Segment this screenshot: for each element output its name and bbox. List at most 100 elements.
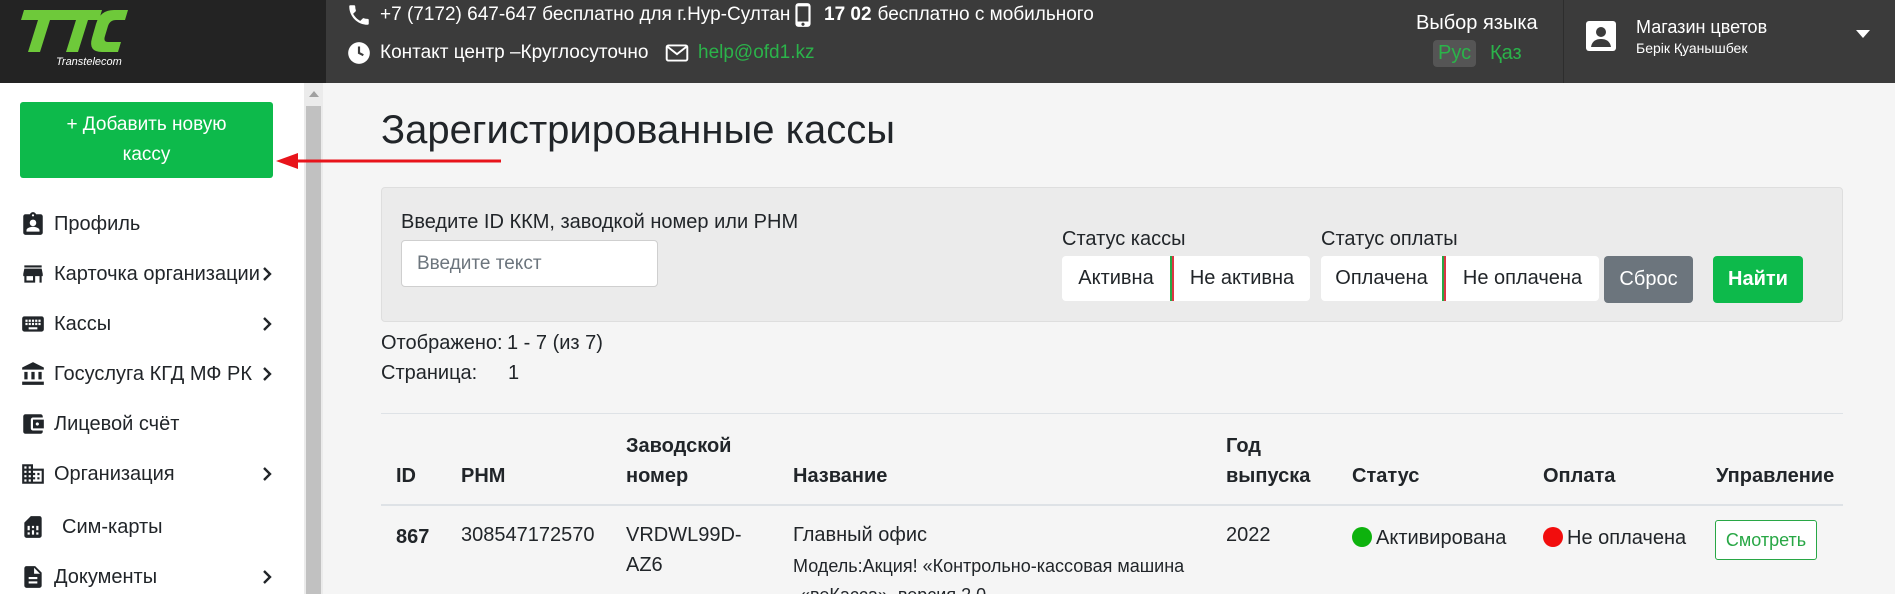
shown-value: 1 - 7 (из 7) (507, 332, 603, 354)
mobile-text: бесплатно с мобильного (877, 4, 1094, 25)
cell-year: 2022 (1226, 524, 1271, 546)
cell-model: Модель:Акция! «Контрольно-кассовая машин… (793, 556, 1185, 576)
page-title: Зарегистрированные кассы (381, 108, 895, 152)
find-button[interactable]: Найти (1713, 256, 1803, 303)
sidebar-item-label: Лицевой счёт (54, 412, 180, 435)
payment-unpaid-dot-icon (1543, 527, 1563, 547)
phone-text: +7 (7172) 647-647 бесплатно для г.Нур-Су… (380, 4, 791, 25)
annotation-arrow-icon (276, 153, 501, 169)
user-subtitle[interactable]: Берік Қуанышбек (1636, 40, 1747, 56)
status-inactive-button[interactable]: Не активна (1174, 256, 1310, 301)
sidebar-item-label: Карточка организации (54, 262, 260, 285)
payment-unpaid-button[interactable]: Не оплачена (1446, 256, 1599, 301)
column-header-id: ID (396, 465, 416, 487)
language-ru[interactable]: Рус (1433, 40, 1477, 67)
document-icon (24, 566, 42, 588)
chevron-right-icon (263, 267, 272, 281)
mobile-contact[interactable]: 17 02 бесплатно с мобильного (790, 2, 1094, 28)
sidebar-item-label: Кассы (54, 312, 112, 335)
sidebar-item-organization-card[interactable]: Карточка организации (20, 259, 282, 289)
mail-icon (665, 44, 689, 62)
column-header-manage: Управление (1716, 465, 1835, 487)
view-button[interactable]: Смотреть (1715, 520, 1817, 560)
user-avatar-icon[interactable] (1585, 20, 1617, 52)
search-input[interactable] (401, 240, 658, 287)
sidebar-item-label: Организация (54, 462, 175, 485)
chevron-right-icon (263, 317, 272, 331)
payment-label: Статус оплаты (1321, 228, 1458, 250)
divider (1563, 0, 1564, 83)
sidebar-item-label: Госуслуга КГД МФ РК (54, 362, 253, 385)
column-header-serial-line1: Заводской (626, 435, 732, 457)
contact-center: Контакт центр –Круглосуточно (346, 40, 648, 66)
government-building-icon (22, 362, 44, 385)
language-kz[interactable]: Қаз (1485, 40, 1527, 67)
profile-badge-icon (23, 212, 43, 235)
status-label: Статус кассы (1062, 228, 1186, 250)
organization-card-icon (23, 265, 43, 283)
divider (381, 504, 1843, 506)
cell-id: 867 (396, 526, 430, 548)
sidebar-item-label: Профиль (54, 212, 141, 235)
user-name[interactable]: Магазин цветов (1636, 17, 1767, 38)
status-text: Активирована (1376, 527, 1507, 549)
cell-rnm: 308547172570 (461, 524, 595, 546)
language-title: Выбор языка (1416, 12, 1538, 34)
search-label: Введите ID ККМ, заводкой номер или РНМ (401, 211, 799, 233)
divider (381, 413, 1843, 414)
column-header-rnm: РНМ (461, 465, 506, 487)
add-cash-register-button[interactable]: + Добавить новую кассу (20, 102, 273, 178)
sim-card-icon (24, 516, 42, 538)
scrollbar-thumb[interactable] (306, 106, 321, 594)
cell-payment: Не оплачена (1543, 523, 1686, 553)
sidebar-item-organization[interactable]: Организация (20, 459, 282, 489)
add-button-line2: кассу (122, 144, 171, 165)
payment-text: Не оплачена (1567, 527, 1687, 549)
sidebar-item-account[interactable]: Лицевой счёт (20, 409, 282, 439)
sidebar-item-label: Документы (54, 565, 158, 588)
sidebar-item-gov-service[interactable]: Госуслуга КГД МФ РК (20, 359, 282, 389)
cash-register-icon (22, 316, 44, 332)
email-contact[interactable]: help@ofd1.kz (664, 40, 814, 66)
sidebar-item-cash-registers[interactable]: Кассы (20, 309, 282, 339)
cell-serial-line2: AZ6 (626, 554, 663, 576)
column-header-serial-line2: номер (626, 465, 689, 487)
reset-button[interactable]: Сброс (1604, 256, 1693, 303)
status-active-dot-icon (1352, 527, 1372, 547)
scroll-up-arrow-icon[interactable] (309, 91, 319, 97)
logo-subtitle: Transtelecom (56, 56, 122, 68)
top-bar: Transtelecom +7 (7172) 647-647 бесплатно… (0, 0, 1895, 83)
phone-contact[interactable]: +7 (7172) 647-647 бесплатно для г.Нур-Су… (346, 2, 790, 28)
column-header-year-line2: выпуска (1226, 465, 1311, 487)
status-active-button[interactable]: Активна (1062, 256, 1170, 301)
office-building-icon (22, 464, 44, 484)
ttc-logo-icon (21, 10, 128, 52)
sidebar-item-label: Сим-карты (62, 515, 163, 538)
smartphone-icon (795, 3, 811, 27)
cell-model-continued: «веКасса», версия 2.0 (800, 580, 986, 594)
add-button-line1: + Добавить новую (66, 114, 227, 135)
cell-status: Активирована (1352, 523, 1506, 553)
chevron-right-icon (263, 467, 272, 481)
phone-icon (349, 5, 369, 25)
column-header-payment: Оплата (1543, 465, 1616, 487)
chevron-right-icon (263, 570, 272, 584)
page-label: Страница: (381, 362, 478, 384)
mobile-short-number: 17 02 (824, 4, 872, 25)
cell-name: Главный офис (793, 524, 928, 546)
column-header-year-line1: Год (1226, 435, 1261, 457)
clock-icon (348, 42, 370, 64)
payment-paid-button[interactable]: Оплачена (1321, 256, 1442, 301)
sidebar-item-documents[interactable]: Документы (20, 562, 282, 592)
logo[interactable]: Transtelecom (0, 0, 326, 83)
wallet-icon (23, 414, 44, 434)
contact-center-text: Контакт центр –Круглосуточно (380, 42, 649, 63)
shown-label: Отображено: (381, 332, 503, 354)
column-header-status: Статус (1352, 465, 1420, 487)
sidebar-item-sim-cards[interactable]: Сим-карты (20, 512, 282, 542)
sidebar-item-profile[interactable]: Профиль (20, 209, 282, 239)
page-number: 1 (508, 362, 520, 384)
cell-serial-line1: VRDWL99D- (626, 524, 742, 546)
chevron-down-icon[interactable] (1856, 30, 1870, 38)
email-link[interactable]: help@ofd1.kz (698, 42, 814, 64)
